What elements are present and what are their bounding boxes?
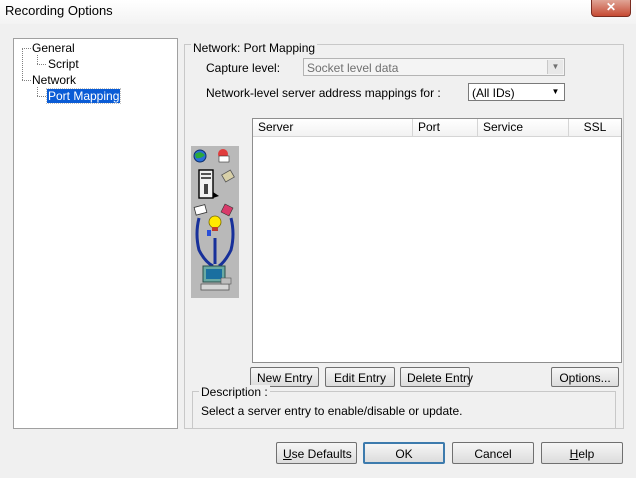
capture-level-value: Socket level data: [307, 61, 399, 75]
port-mapping-panel: Network: Port Mapping Capture level: Soc…: [177, 38, 625, 429]
server-icon: [198, 169, 219, 199]
close-icon: ✕: [605, 0, 617, 14]
tree-item-port-mapping[interactable]: Port Mapping: [45, 88, 122, 104]
column-header-port[interactable]: Port: [413, 119, 478, 136]
help-label: elp: [578, 447, 595, 461]
edit-entry-button[interactable]: Edit Entry: [325, 367, 395, 387]
ok-button[interactable]: OK: [363, 442, 445, 464]
help-button[interactable]: Help: [541, 442, 623, 464]
close-button[interactable]: ✕: [591, 0, 631, 17]
mappings-for-label: Network-level server address mappings fo…: [206, 86, 441, 100]
cancel-button[interactable]: Cancel: [452, 442, 534, 464]
network-graphic-icon: [191, 146, 239, 298]
port-mapping-group: Network: Port Mapping Capture level: Soc…: [184, 41, 624, 429]
mappings-for-value: (All IDs): [472, 86, 515, 100]
port-mapping-list[interactable]: Server Port Service SSL: [252, 118, 622, 363]
chevron-down-icon: ▼: [548, 85, 563, 99]
new-entry-button[interactable]: New Entry: [250, 367, 319, 387]
description-label: Description :: [199, 385, 270, 399]
dialog-client: General Script Network Port Mapping Netw…: [0, 24, 636, 478]
description-group: Description : Select a server entry to e…: [192, 385, 616, 428]
computer-icon: [200, 265, 232, 291]
capture-level-select[interactable]: Socket level data ▼: [303, 58, 565, 76]
group-title: Network: Port Mapping: [191, 41, 318, 55]
options-tree: General Script Network Port Mapping: [13, 38, 178, 429]
pencil-icon: [221, 169, 235, 183]
column-header-service[interactable]: Service: [478, 119, 569, 136]
options-button[interactable]: Options...: [551, 367, 619, 387]
description-text: Select a server entry to enable/disable …: [201, 404, 463, 418]
lightbulb-icon: [207, 215, 222, 236]
tree-item-script[interactable]: Script: [47, 57, 80, 71]
column-header-ssl[interactable]: SSL: [569, 119, 621, 136]
tree-item-network[interactable]: Network: [31, 73, 77, 87]
chevron-down-icon: ▼: [547, 60, 563, 74]
use-defaults-button[interactable]: Use Defaults: [276, 442, 357, 464]
column-header-server[interactable]: Server: [253, 119, 413, 136]
tree-item-general[interactable]: General: [31, 41, 76, 55]
mappings-for-select[interactable]: (All IDs) ▼: [468, 83, 565, 101]
capture-level-label: Capture level:: [206, 61, 281, 75]
title-bar: Recording Options ✕: [0, 0, 636, 24]
list-header: Server Port Service SSL: [253, 119, 621, 137]
use-defaults-accelerator: U: [283, 447, 292, 461]
window-title: Recording Options: [5, 3, 113, 18]
globe-icon: [193, 149, 207, 163]
delete-entry-button[interactable]: Delete Entry: [400, 367, 473, 387]
use-defaults-label: se Defaults: [291, 447, 352, 461]
